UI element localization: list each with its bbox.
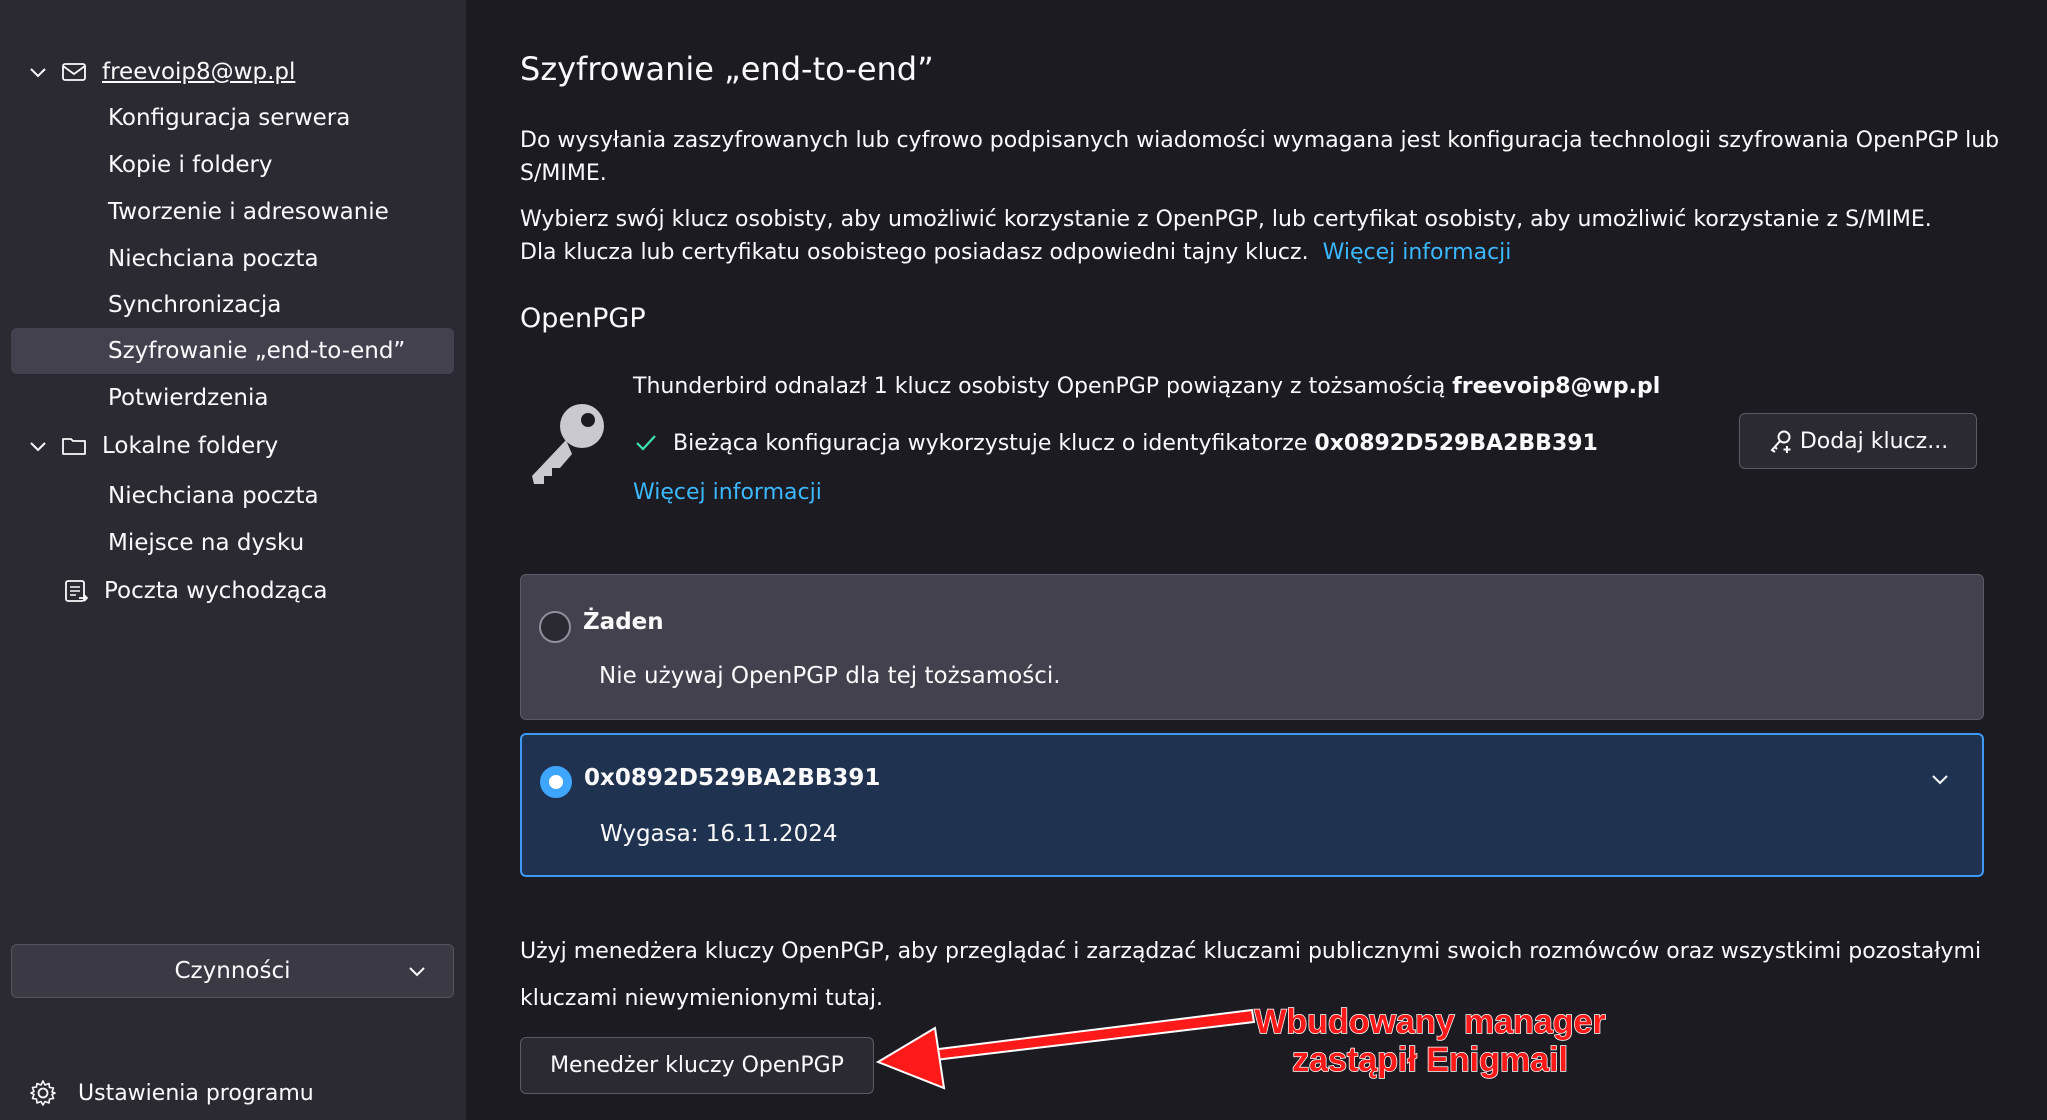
option-key-expiry: Wygasa: 16.11.2024 [600, 821, 838, 847]
current-key-id: 0x0892D529BA2BB391 [1314, 430, 1598, 456]
sidebar-item-e2e-encryption[interactable]: Szyfrowanie „end-to-end” [11, 328, 454, 374]
key-manager-button[interactable]: Menedżer kluczy OpenPGP [520, 1037, 874, 1094]
intro-paragraph: Do wysyłania zaszyfrowanych lub cyfrowo … [520, 128, 2000, 186]
openpgp-heading: OpenPGP [520, 303, 646, 334]
sidebar-item-label: Kopie i foldery [108, 152, 273, 178]
sidebar-item-junk[interactable]: Niechciana poczta [108, 236, 319, 282]
more-info-link[interactable]: Więcej informacji [1323, 240, 1512, 265]
sidebar-item-copies-folders[interactable]: Kopie i foldery [108, 142, 273, 188]
account-tree-item[interactable]: freevoip8@wp.pl [26, 49, 295, 95]
annotation-text: Wbudowany manager zastąpił Enigmail [1240, 1002, 1620, 1080]
checkmark-icon [636, 435, 656, 451]
found-identity: freevoip8@wp.pl [1452, 374, 1661, 399]
intro-line-2: Dla klucza lub certyfikatu osobistego po… [520, 236, 1932, 269]
local-folders-tree-item[interactable]: Lokalne foldery [26, 423, 278, 469]
chevron-down-icon[interactable] [26, 434, 50, 458]
add-key-icon [1770, 430, 1791, 453]
sidebar-item-label: Miejsce na dysku [108, 530, 305, 556]
radio-none[interactable] [539, 611, 571, 643]
chevron-down-icon [409, 967, 425, 977]
sidebar-item-label: Potwierdzenia [108, 385, 269, 411]
found-key-desc: Thunderbird odnalazł 1 klucz osobisty Op… [633, 374, 1446, 399]
sidebar-item-label: Synchronizacja [108, 292, 282, 318]
settings-label: Ustawienia programu [78, 1080, 314, 1106]
option-none-desc: Nie używaj OpenPGP dla tej tożsamości. [599, 663, 1061, 689]
annotation-line-2: zastąpił Enigmail [1291, 1040, 1568, 1080]
chevron-down-icon[interactable] [1928, 767, 1952, 791]
account-name: freevoip8@wp.pl [102, 59, 296, 85]
sidebar-item-disk-space[interactable]: Miejsce na dysku [108, 520, 304, 566]
sidebar-item-composition[interactable]: Tworzenie i adresowanie [108, 189, 389, 235]
intro-line-1: Wybierz swój klucz osobisty, aby umożliw… [520, 207, 1932, 232]
sidebar-item-outgoing-server[interactable]: Poczta wychodząca [62, 568, 328, 614]
add-key-label: Dodaj klucz... [1799, 428, 1949, 454]
option-none-title: Żaden [583, 609, 664, 635]
option-key-title: 0x0892D529BA2BB391 [584, 765, 881, 791]
e2e-settings-pane: Szyfrowanie „end-to-end” Do wysyłania za… [466, 0, 2047, 1120]
sidebar-item-server-settings[interactable]: Konfiguracja serwera [108, 95, 350, 141]
outgoing-mail-icon [65, 580, 89, 602]
annotation-line-1: Wbudowany manager [1254, 1002, 1607, 1042]
intro-paragraph-2: Wybierz swój klucz osobisty, aby umożliw… [520, 203, 1932, 269]
outgoing-label: Poczta wychodząca [104, 578, 328, 604]
current-config-row: Bieżąca konfiguracja wykorzystuje klucz … [633, 430, 1598, 456]
sidebar-item-label: Niechciana poczta [108, 483, 319, 509]
page-title: Szyfrowanie „end-to-end” [520, 50, 934, 88]
intro-line-2-text: Dla klucza lub certyfikatu osobistego po… [520, 240, 1309, 265]
key-icon [532, 404, 604, 484]
key-option-none[interactable]: Żaden Nie używaj OpenPGP dla tej tożsamo… [520, 574, 1984, 720]
found-key-text: Thunderbird odnalazł 1 klucz osobisty Op… [633, 374, 1660, 399]
mail-account-icon [62, 63, 86, 81]
key-option-selected[interactable]: 0x0892D529BA2BB391 Wygasa: 16.11.2024 [520, 733, 1984, 877]
sidebar-item-sync[interactable]: Synchronizacja [108, 282, 281, 328]
current-config-text: Bieżąca konfiguracja wykorzystuje klucz … [673, 430, 1308, 456]
sidebar-item-label: Tworzenie i adresowanie [108, 199, 389, 225]
sidebar-item-label: Konfiguracja serwera [108, 105, 351, 131]
local-folders-label: Lokalne foldery [102, 433, 279, 459]
more-info-link-2[interactable]: Więcej informacji [633, 480, 822, 505]
gear-icon [30, 1080, 56, 1106]
key-manager-label: Menedżer kluczy OpenPGP [550, 1053, 844, 1078]
sidebar-item-local-junk[interactable]: Niechciana poczta [108, 473, 319, 519]
account-settings-sidebar: freevoip8@wp.pl Konfiguracja serwera Kop… [0, 0, 466, 1120]
actions-label: Czynności [174, 958, 291, 984]
sidebar-item-label: Niechciana poczta [108, 246, 319, 272]
sidebar-item-receipts[interactable]: Potwierdzenia [108, 375, 268, 421]
sidebar-item-label: Szyfrowanie „end-to-end” [108, 338, 406, 364]
add-key-button[interactable]: Dodaj klucz... [1739, 413, 1977, 469]
folder-icon [62, 438, 86, 455]
account-actions-button[interactable]: Czynności [11, 944, 454, 998]
app-settings-link[interactable]: Ustawienia programu [28, 1078, 314, 1108]
chevron-down-icon[interactable] [26, 60, 50, 84]
radio-key[interactable] [540, 766, 572, 798]
